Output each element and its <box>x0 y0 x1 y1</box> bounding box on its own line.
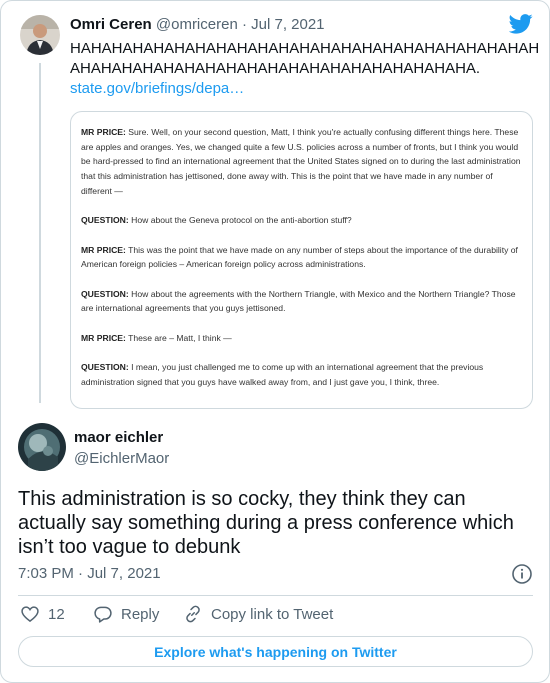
transcript-paragraph: MR PRICE: These are – Matt, I think — <box>81 332 232 343</box>
quoted-tweet-text: HAHAHAHAHAHAHAHAHAHAHAHAHAHAHAHAHAHAHAHA… <box>70 40 540 77</box>
transcript-paragraph: QUESTION: How about the Geneva protocol … <box>81 215 352 226</box>
quoted-author-name[interactable]: Omri Ceren <box>70 16 152 33</box>
quoted-tweet-date[interactable]: Jul 7, 2021 <box>251 16 324 33</box>
reply-button[interactable]: Reply <box>93 604 159 624</box>
separator-dot: · <box>241 16 247 33</box>
tweet-text: This administration is so cocky, they th… <box>18 488 514 558</box>
reply-label: Reply <box>121 605 160 623</box>
divider <box>18 595 533 596</box>
tweet-embed-card: Omri Ceren @omriceren · Jul 7, 2021 HAHA… <box>0 0 550 683</box>
link-icon <box>186 605 200 623</box>
info-icon[interactable] <box>511 563 533 585</box>
like-button[interactable]: 12 <box>20 604 65 624</box>
author-handle[interactable]: @EichlerMaor <box>74 450 169 467</box>
explore-twitter-button[interactable]: Explore what's happening on Twitter <box>18 636 533 667</box>
copy-link-button[interactable]: Copy link to Tweet <box>183 604 333 624</box>
tweet-timestamp[interactable]: 7:03 PM · Jul 7, 2021 <box>18 565 161 582</box>
quoted-tweet-header: Omri Ceren @omriceren · Jul 7, 2021 <box>70 16 325 33</box>
transcript-image[interactable]: MR PRICE: Sure. Well, on your second que… <box>70 111 533 409</box>
heart-icon <box>21 606 39 623</box>
transcript-paragraph: MR PRICE: This was the point that we hav… <box>81 244 518 270</box>
quoted-author-handle[interactable]: @omriceren <box>156 16 238 33</box>
transcript-paragraph: QUESTION: How about the agreements with … <box>81 288 516 314</box>
author-name[interactable]: maor eichler <box>74 429 163 446</box>
reply-icon <box>94 606 112 623</box>
transcript-paragraph: MR PRICE: Sure. Well, on your second que… <box>81 127 521 196</box>
quoted-tweet-link[interactable]: state.gov/briefings/depa… <box>70 80 244 97</box>
omri-ceren-avatar[interactable] <box>20 15 60 55</box>
thread-line <box>39 63 41 403</box>
copy-link-label: Copy link to Tweet <box>211 605 334 623</box>
transcript-paragraph: QUESTION: I mean, you just challenged me… <box>81 362 484 387</box>
like-count: 12 <box>48 605 65 623</box>
maor-eichler-avatar[interactable] <box>18 423 66 471</box>
twitter-bird-icon[interactable] <box>508 14 533 34</box>
